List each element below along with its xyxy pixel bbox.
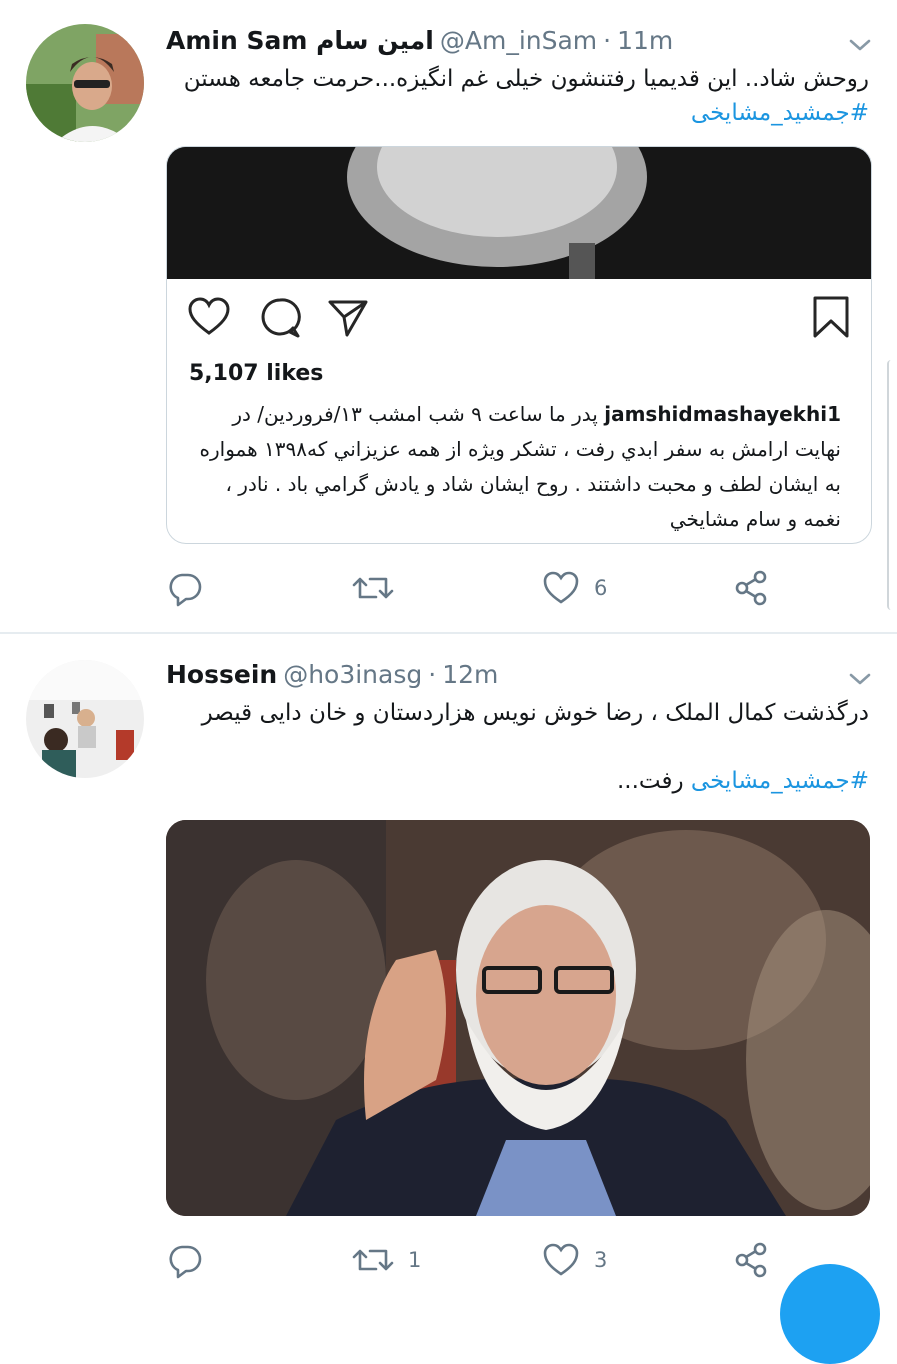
retweet-count: 1 — [408, 1248, 422, 1272]
chevron-down-icon[interactable] — [847, 666, 873, 692]
share-icon — [735, 1242, 767, 1278]
instagram-share-icon[interactable] — [327, 297, 369, 339]
share-button[interactable] — [732, 1240, 770, 1280]
heart-icon — [543, 1243, 579, 1276]
tweet-text: روحش شاد.. این قدیمیا رفتنشون خیلی غم ان… — [166, 62, 869, 130]
instagram-heart-icon[interactable] — [187, 297, 231, 337]
like-count: 3 — [594, 1248, 608, 1272]
tweet-text: درگذشت کمال الملک ، رضا خوش نویس هزاردست… — [166, 696, 869, 798]
compose-tweet-button[interactable] — [780, 1264, 880, 1364]
retweet-icon — [352, 577, 394, 599]
timestamp[interactable]: 12m — [442, 660, 498, 689]
retweet-icon — [352, 1249, 394, 1271]
handle[interactable]: @ho3inasg — [283, 660, 422, 689]
instagram-caption: jamshidmashayekhi1 پدر ما ساعت ۹ شب امشب… — [189, 397, 842, 537]
tweet-text-line: روحش شاد.. این قدیمیا رفتنشون خیلی غم ان… — [183, 66, 869, 92]
separator: · — [603, 25, 612, 55]
instagram-username[interactable]: jamshidmashayekhi1 — [604, 402, 841, 426]
share-icon — [735, 570, 767, 606]
hashtag-link[interactable]: #جمشید_مشایخی — [691, 100, 869, 126]
reply-button[interactable] — [166, 1240, 218, 1280]
tweet-header: Hossein @ho3inasg · 12m — [166, 654, 498, 694]
scrollbar[interactable] — [887, 360, 897, 610]
reply-button[interactable] — [166, 568, 218, 608]
tweet-text-line: درگذشت کمال الملک ، رضا خوش نویس هزاردست… — [201, 700, 869, 726]
retweet-button[interactable]: 1 — [352, 1240, 421, 1280]
share-button[interactable] — [732, 568, 770, 608]
reply-icon — [169, 1245, 202, 1279]
avatar[interactable] — [26, 24, 144, 142]
like-count: 6 — [594, 576, 608, 600]
card-photo[interactable] — [167, 147, 871, 279]
like-button[interactable]: 6 — [542, 568, 607, 608]
handle[interactable]: @Am_inSam — [440, 26, 597, 55]
retweet-button[interactable] — [352, 568, 408, 608]
tweet-text-line: رفت... — [616, 768, 691, 794]
like-button[interactable]: 3 — [542, 1240, 607, 1280]
instagram-likes[interactable]: 5,107 likes — [189, 361, 323, 386]
tweet-actions: 1 3 — [166, 1240, 866, 1280]
avatar[interactable] — [26, 660, 144, 778]
instagram-actions — [167, 293, 871, 343]
heart-icon — [543, 571, 579, 604]
reply-icon — [169, 573, 202, 607]
hashtag-link[interactable]: #جمشید_مشایخی — [691, 768, 869, 794]
chevron-down-icon[interactable] — [847, 32, 873, 58]
display-name[interactable]: Amin Sam امین سام — [166, 26, 434, 55]
tweet-header: Amin Sam امین سام @Am_inSam · 11m — [166, 20, 673, 60]
tweet-photo[interactable] — [166, 820, 870, 1216]
display-name[interactable]: Hossein — [166, 660, 277, 689]
instagram-bookmark-icon[interactable] — [811, 295, 851, 339]
timestamp[interactable]: 11m — [617, 26, 673, 55]
instagram-comment-icon[interactable] — [259, 297, 301, 339]
tweet-actions: 6 — [166, 568, 866, 608]
instagram-card[interactable]: 5,107 likes jamshidmashayekhi1 پدر ما سا… — [166, 146, 872, 544]
separator: · — [428, 659, 437, 689]
